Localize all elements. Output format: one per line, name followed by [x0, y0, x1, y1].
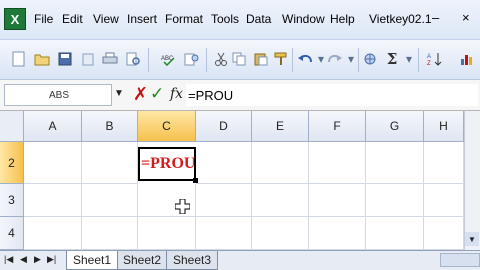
print-icon[interactable]	[101, 50, 119, 68]
cell-c4[interactable]	[138, 217, 196, 250]
formula-bar: ABS ▼ ✗ ✓ fx =PROU	[0, 80, 480, 111]
cell-f2[interactable]	[309, 142, 366, 184]
name-box-dropdown-icon[interactable]: ▼	[114, 88, 124, 99]
menu-file[interactable]: File	[34, 12, 53, 26]
cell-g3[interactable]	[366, 184, 424, 217]
cell-d3[interactable]	[196, 184, 252, 217]
menu-data[interactable]: Data	[246, 12, 271, 26]
chart-wizard-icon[interactable]	[458, 50, 476, 68]
excel-app-icon[interactable]: X	[4, 8, 26, 30]
svg-text:A: A	[427, 54, 431, 60]
spelling-icon[interactable]: ABC	[160, 50, 178, 68]
menu-help[interactable]: Help	[330, 12, 355, 26]
print-preview-icon[interactable]	[124, 50, 142, 68]
enter-icon[interactable]: ✓	[150, 84, 164, 104]
next-sheet-nav-icon[interactable]: ▶	[34, 254, 41, 265]
toolbar-separator	[418, 48, 419, 72]
sheet-tab-sheet3[interactable]: Sheet3	[166, 251, 219, 270]
cell-a3[interactable]	[24, 184, 82, 217]
menu-view[interactable]: View	[93, 12, 119, 26]
row-header-3[interactable]: 3	[0, 184, 24, 217]
menu-edit[interactable]: Edit	[62, 12, 83, 26]
toolbar-separator	[206, 48, 207, 72]
cell-f4[interactable]	[309, 217, 366, 250]
insert-function-icon[interactable]: fx	[170, 86, 183, 102]
autosum-icon[interactable]: Σ	[383, 50, 401, 68]
column-header-a[interactable]: A	[24, 111, 82, 142]
column-header-f[interactable]: F	[309, 111, 366, 142]
worksheet-grid[interactable]: A B C D E F G H 2 3 4 =PROU	[0, 111, 480, 250]
new-icon[interactable]	[10, 50, 28, 68]
open-icon[interactable]	[33, 50, 51, 68]
menu-vietkey[interactable]: Vietkey02.1	[369, 12, 432, 26]
toolbar-separator	[358, 48, 359, 72]
row-header-2[interactable]: 2	[0, 142, 24, 184]
select-all-corner[interactable]	[0, 111, 24, 142]
cancel-icon[interactable]: ✗	[133, 84, 148, 105]
toolbar-separator	[292, 48, 293, 72]
cell-d4[interactable]	[196, 217, 252, 250]
menu-insert[interactable]: Insert	[127, 12, 157, 26]
cell-b2[interactable]	[82, 142, 138, 184]
toolbar-separator	[148, 48, 149, 72]
column-header-d[interactable]: D	[196, 111, 252, 142]
menu-format[interactable]: Format	[165, 12, 203, 26]
cell-d2[interactable]	[196, 142, 252, 184]
format-painter-icon[interactable]	[272, 50, 290, 68]
formula-input[interactable]: =PROU	[186, 84, 478, 106]
cell-f3[interactable]	[309, 184, 366, 217]
fill-handle[interactable]	[193, 178, 198, 183]
sheet-tab-bar: |◀ ◀ ▶ ▶| Sheet1 Sheet2 Sheet3	[0, 250, 480, 270]
column-header-b[interactable]: B	[82, 111, 138, 142]
vertical-scrollbar[interactable]	[464, 111, 480, 250]
sheet-tab-sheet2[interactable]: Sheet2	[116, 251, 169, 270]
first-sheet-nav-icon[interactable]: |◀	[4, 254, 13, 265]
cell-h2[interactable]	[424, 142, 464, 184]
hyperlink-icon[interactable]	[362, 50, 380, 68]
close-button[interactable]: ×	[462, 10, 470, 25]
column-header-e[interactable]: E	[252, 111, 309, 142]
permission-icon[interactable]	[79, 50, 97, 68]
column-header-c[interactable]: C	[138, 111, 196, 142]
cell-e3[interactable]	[252, 184, 309, 217]
menu-tools[interactable]: Tools	[211, 12, 239, 26]
active-cell-c2[interactable]: =PROU	[138, 147, 196, 181]
cut-icon[interactable]	[212, 50, 230, 68]
menu-bar: X File Edit View Insert Format Tools Dat…	[0, 0, 480, 40]
svg-text:Z: Z	[427, 61, 431, 66]
cell-b3[interactable]	[82, 184, 138, 217]
cell-h3[interactable]	[424, 184, 464, 217]
cell-e4[interactable]	[252, 217, 309, 250]
scroll-down-arrow-icon[interactable]: ▼	[465, 232, 479, 246]
last-sheet-nav-icon[interactable]: ▶|	[47, 254, 56, 265]
research-icon[interactable]	[183, 50, 201, 68]
cell-g2[interactable]	[366, 142, 424, 184]
name-box[interactable]: ABS	[4, 84, 112, 106]
cell-a2[interactable]	[24, 142, 82, 184]
sheet-tab-sheet1[interactable]: Sheet1	[66, 251, 119, 270]
copy-icon[interactable]	[230, 50, 248, 68]
cell-b4[interactable]	[82, 217, 138, 250]
cell-g4[interactable]	[366, 217, 424, 250]
cell-a4[interactable]	[24, 217, 82, 250]
paste-icon[interactable]	[252, 50, 270, 68]
cross-cursor-icon	[175, 199, 190, 214]
horizontal-scrollbar[interactable]	[440, 253, 480, 267]
autosum-dropdown-icon[interactable]: ▾	[400, 50, 418, 68]
save-icon[interactable]	[56, 50, 74, 68]
row-header-4[interactable]: 4	[0, 217, 24, 250]
prev-sheet-nav-icon[interactable]: ◀	[20, 254, 27, 265]
standard-toolbar: ABC ▾ ▾ Σ ▾ AZ	[0, 40, 480, 80]
sort-ascending-icon[interactable]: AZ	[426, 50, 444, 68]
cell-e2[interactable]	[252, 142, 309, 184]
column-header-h[interactable]: H	[424, 111, 464, 142]
column-header-g[interactable]: G	[366, 111, 424, 142]
minimize-button[interactable]: –	[432, 10, 439, 25]
cell-h4[interactable]	[424, 217, 464, 250]
menu-window[interactable]: Window	[282, 12, 325, 26]
